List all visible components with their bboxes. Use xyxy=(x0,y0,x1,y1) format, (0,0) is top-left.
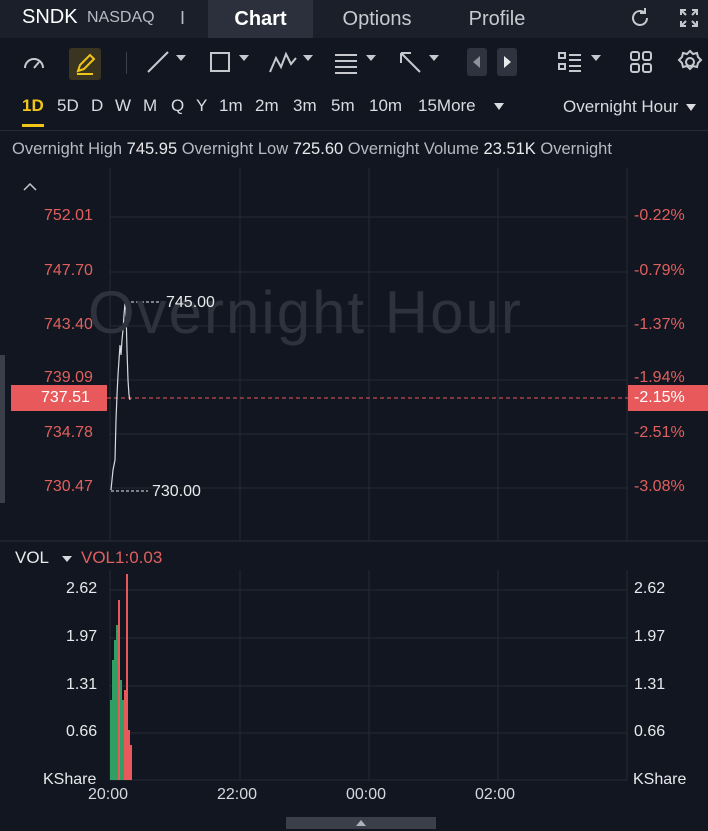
volume-bar xyxy=(112,660,114,780)
volume-title[interactable]: VOL xyxy=(15,548,49,568)
volume-bar xyxy=(126,574,128,780)
current-pct-tag: -2.15% xyxy=(628,385,708,411)
volume-grid xyxy=(109,570,628,781)
chart-canvas[interactable] xyxy=(0,0,708,831)
collapse-chevron-icon xyxy=(23,182,37,191)
watermark-text: Overnight Hour xyxy=(88,279,523,346)
bottom-drag-handle[interactable] xyxy=(286,817,436,829)
left-drag-handle[interactable] xyxy=(0,355,5,503)
pct-tick: -0.22% xyxy=(634,207,685,224)
current-price-tag: 737.51 xyxy=(11,385,107,411)
time-tick: 00:00 xyxy=(346,786,387,803)
volume-tick: 2.62 xyxy=(66,580,98,597)
volume-bar xyxy=(128,730,130,780)
high-marker-label: 745.00 xyxy=(166,294,215,311)
volume-bars xyxy=(110,574,132,780)
chevron-down-icon[interactable] xyxy=(62,556,72,562)
volume-tick: 0.66 xyxy=(634,723,666,740)
price-tick: 743.40 xyxy=(44,316,93,333)
volume-value: VOL1:0.03 xyxy=(81,548,163,567)
volume-tick: 1.31 xyxy=(634,676,666,693)
price-tick: 730.47 xyxy=(44,478,93,495)
pct-tick: -3.08% xyxy=(634,478,685,495)
volume-bar xyxy=(122,700,124,780)
time-tick: 02:00 xyxy=(475,786,516,803)
volume-bar xyxy=(116,625,118,780)
price-tick: 734.78 xyxy=(44,424,93,441)
price-tick: 752.01 xyxy=(44,207,93,224)
low-marker-label: 730.00 xyxy=(152,483,201,500)
volume-bar xyxy=(130,745,132,780)
volume-unit-right: KShare xyxy=(633,771,687,788)
pct-tick: -2.51% xyxy=(634,424,685,441)
chevron-up-icon xyxy=(356,820,366,826)
price-tick: 747.70 xyxy=(44,262,93,279)
volume-tick: 1.97 xyxy=(634,628,666,645)
pct-tick: -0.79% xyxy=(634,262,685,279)
volume-tick: 0.66 xyxy=(66,723,98,740)
time-tick: 20:00 xyxy=(88,786,129,803)
volume-bar xyxy=(120,680,122,780)
volume-bar xyxy=(110,700,112,780)
volume-tick: 1.31 xyxy=(66,676,98,693)
volume-bar xyxy=(114,640,116,780)
time-tick: 22:00 xyxy=(217,786,258,803)
volume-bar xyxy=(118,600,120,780)
volume-bar xyxy=(124,690,126,780)
volume-tick: 2.62 xyxy=(634,580,666,597)
pct-tick: -1.37% xyxy=(634,316,685,333)
volume-tick: 1.97 xyxy=(66,628,98,645)
